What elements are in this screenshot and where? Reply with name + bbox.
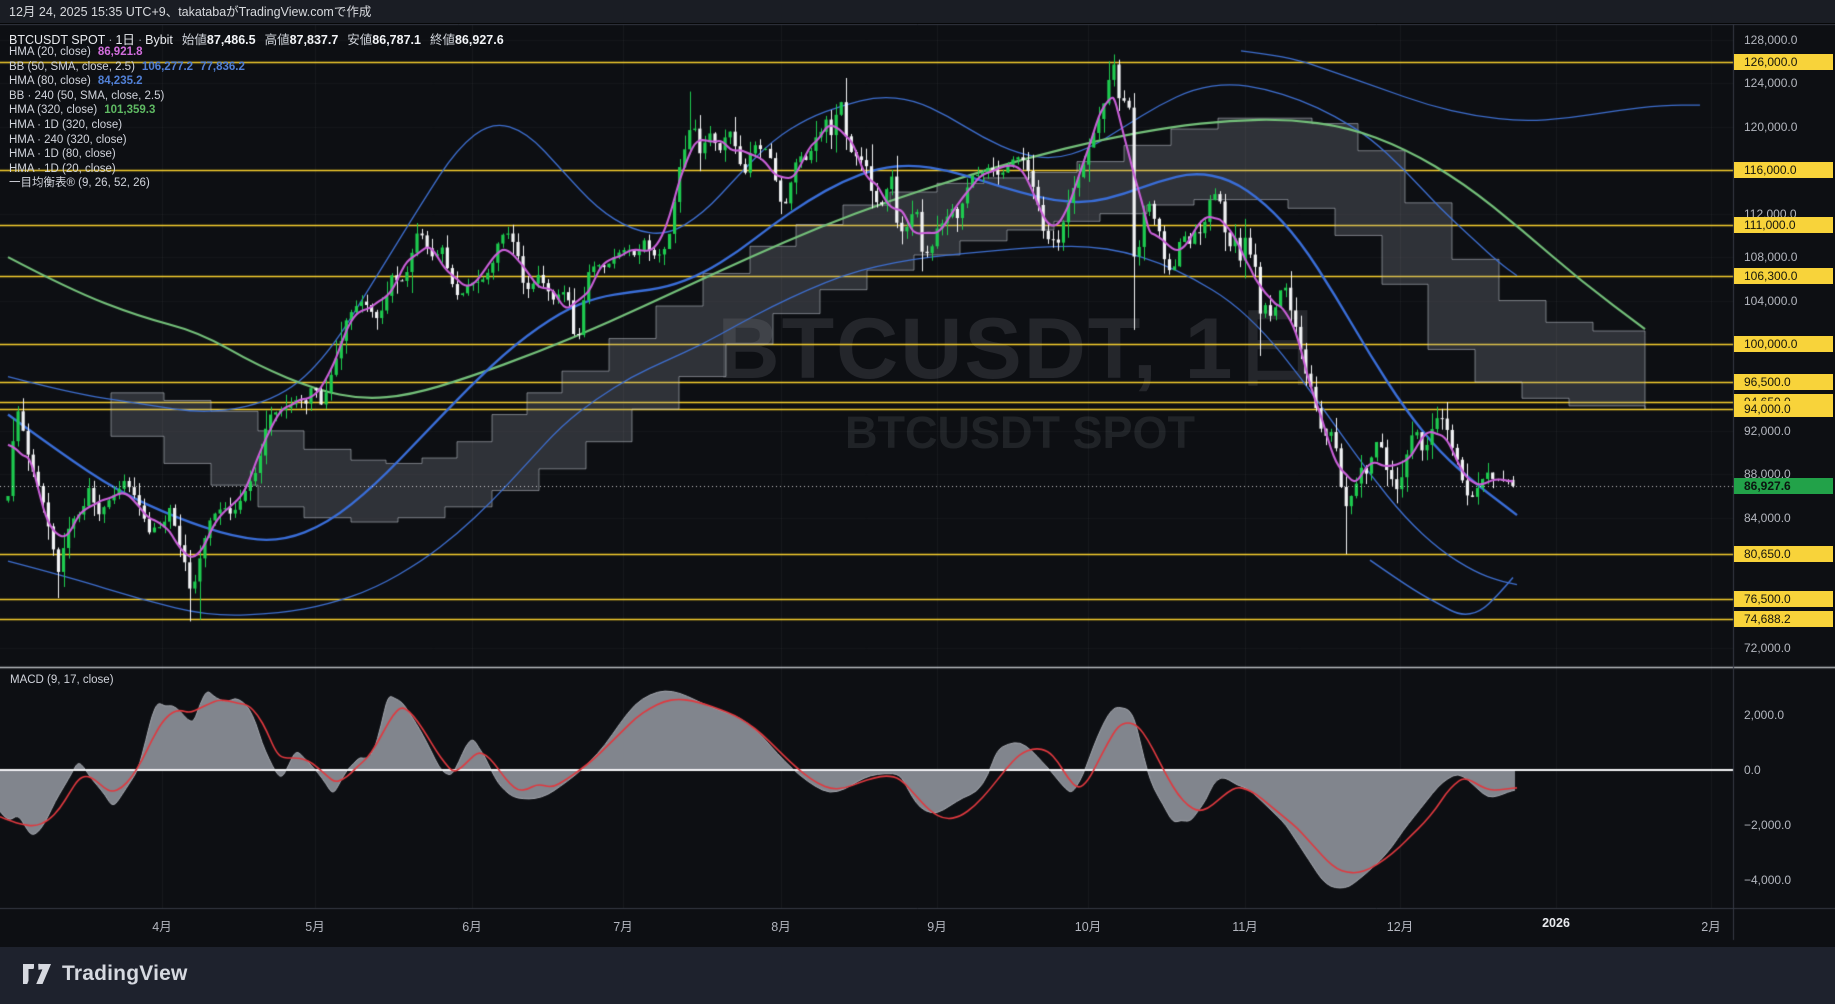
- legend-row-6[interactable]: HMA · 240 (320, close): [9, 133, 504, 148]
- ohlc-label: 安値: [347, 33, 373, 47]
- time-label: 2月: [1701, 920, 1721, 934]
- legend-label[interactable]: HMA · 1D (80, close): [9, 148, 116, 160]
- legend-label[interactable]: BB (50, SMA, close, 2.5): [9, 61, 135, 73]
- legend-row-3[interactable]: BB · 240 (50, SMA, close, 2.5): [9, 89, 504, 104]
- time-label: 10月: [1074, 920, 1102, 934]
- tradingview-logo[interactable]: TradingView: [22, 961, 188, 987]
- indicator-legend[interactable]: BTCUSDT SPOT · 1日 · Bybit 始値87,486.5 高値87,837.…: [9, 29, 504, 191]
- exchange-name: Bybit: [145, 33, 173, 47]
- ohlc-value: 87,837.7: [289, 33, 339, 47]
- legend-row-4[interactable]: HMA (320, close) 101,359.3: [9, 103, 504, 118]
- legend-value: 84,235.2: [97, 75, 143, 88]
- time-label: 9月: [927, 920, 947, 934]
- legend-value: 101,359.3: [104, 104, 156, 117]
- legend-row-5[interactable]: HMA · 1D (320, close): [9, 118, 504, 133]
- ohlc-label: 始値: [181, 33, 207, 47]
- ohlc-value: 87,486.5: [206, 33, 256, 47]
- time-label: 5月: [305, 920, 325, 934]
- time-label: 4月: [152, 920, 172, 934]
- time-label: 2026: [1542, 916, 1570, 930]
- legend-row-0[interactable]: HMA (20, close) 86,921.8: [9, 45, 504, 60]
- time-label: 12月: [1386, 920, 1414, 934]
- time-label: 11月: [1232, 920, 1258, 934]
- legend-row-2[interactable]: HMA (80, close) 84,235.2: [9, 74, 504, 89]
- tradingview-chart-window: 12月 24, 2025 15:35 UTC+9、takatabaがTradin…: [0, 0, 1835, 1004]
- time-label: 7月: [613, 920, 633, 934]
- ohlc-value: 86,927.6: [454, 33, 504, 47]
- legend-label[interactable]: HMA · 1D (320, close): [9, 119, 122, 131]
- legend-value: 86,921.8: [97, 46, 143, 58]
- ohlc-label: 高値: [264, 33, 290, 47]
- time-label: 8月: [771, 920, 791, 934]
- ohlc-label: 終値: [429, 33, 455, 47]
- ohlc-value: 86,787.1: [372, 33, 421, 47]
- tradingview-logo-text: TradingView: [62, 962, 188, 985]
- legend-value: 106,277.2: [141, 60, 194, 73]
- macd-legend[interactable]: MACD (9, 17, close): [10, 674, 114, 686]
- legend-row-1[interactable]: BB (50, SMA, close, 2.5) 106,277.2 77,836.…: [9, 60, 504, 75]
- legend-row-7[interactable]: HMA · 1D (80, close): [9, 147, 504, 162]
- legend-label[interactable]: HMA (20, close): [9, 46, 91, 58]
- time-label: 6月: [462, 920, 482, 934]
- legend-label[interactable]: HMA (320, close): [9, 104, 97, 116]
- legend-label[interactable]: 一目均衡表® (9, 26, 52, 26): [9, 177, 150, 189]
- legend-value: 77,836.2: [200, 60, 245, 73]
- legend-label[interactable]: HMA (80, close): [9, 75, 91, 87]
- legend-row-8[interactable]: HMA · 1D (20, close): [9, 162, 504, 177]
- footer-bar: TradingView: [0, 947, 1835, 1004]
- tradingview-logo-icon: [23, 963, 51, 984]
- legend-label[interactable]: HMA · 240 (320, close): [9, 134, 127, 146]
- symbol-header-row[interactable]: BTCUSDT SPOT · 1日 · Bybit 始値87,486.5 高値87,837.…: [9, 29, 504, 47]
- legend-label[interactable]: BB · 240 (50, SMA, close, 2.5): [9, 90, 164, 102]
- legend-row-9[interactable]: 一目均衡表® (9, 26, 52, 26): [9, 176, 504, 191]
- time-axis[interactable]: 4月 5月 6月 7月 8月 9月 10月 11月 12月 2026 2月: [0, 912, 1835, 938]
- legend-label[interactable]: HMA · 1D (20, close): [9, 163, 116, 175]
